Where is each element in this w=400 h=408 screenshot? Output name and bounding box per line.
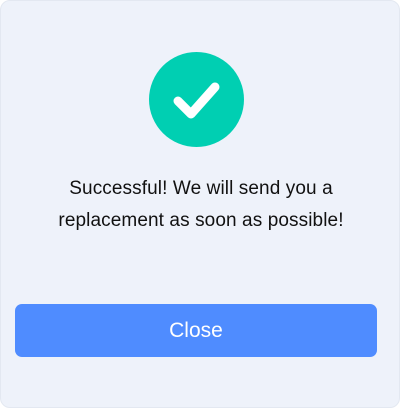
success-message-line-1: Successful! We will send you a	[69, 178, 333, 199]
close-button[interactable]: Close	[15, 304, 377, 357]
success-message: Successful! We will send you a replaceme…	[21, 173, 381, 237]
checkmark-circle-icon	[149, 52, 244, 147]
success-dialog: Successful! We will send you a replaceme…	[0, 0, 400, 408]
success-message-line-2: replacement as soon as possible!	[58, 210, 344, 231]
checkmark-icon	[173, 82, 220, 119]
